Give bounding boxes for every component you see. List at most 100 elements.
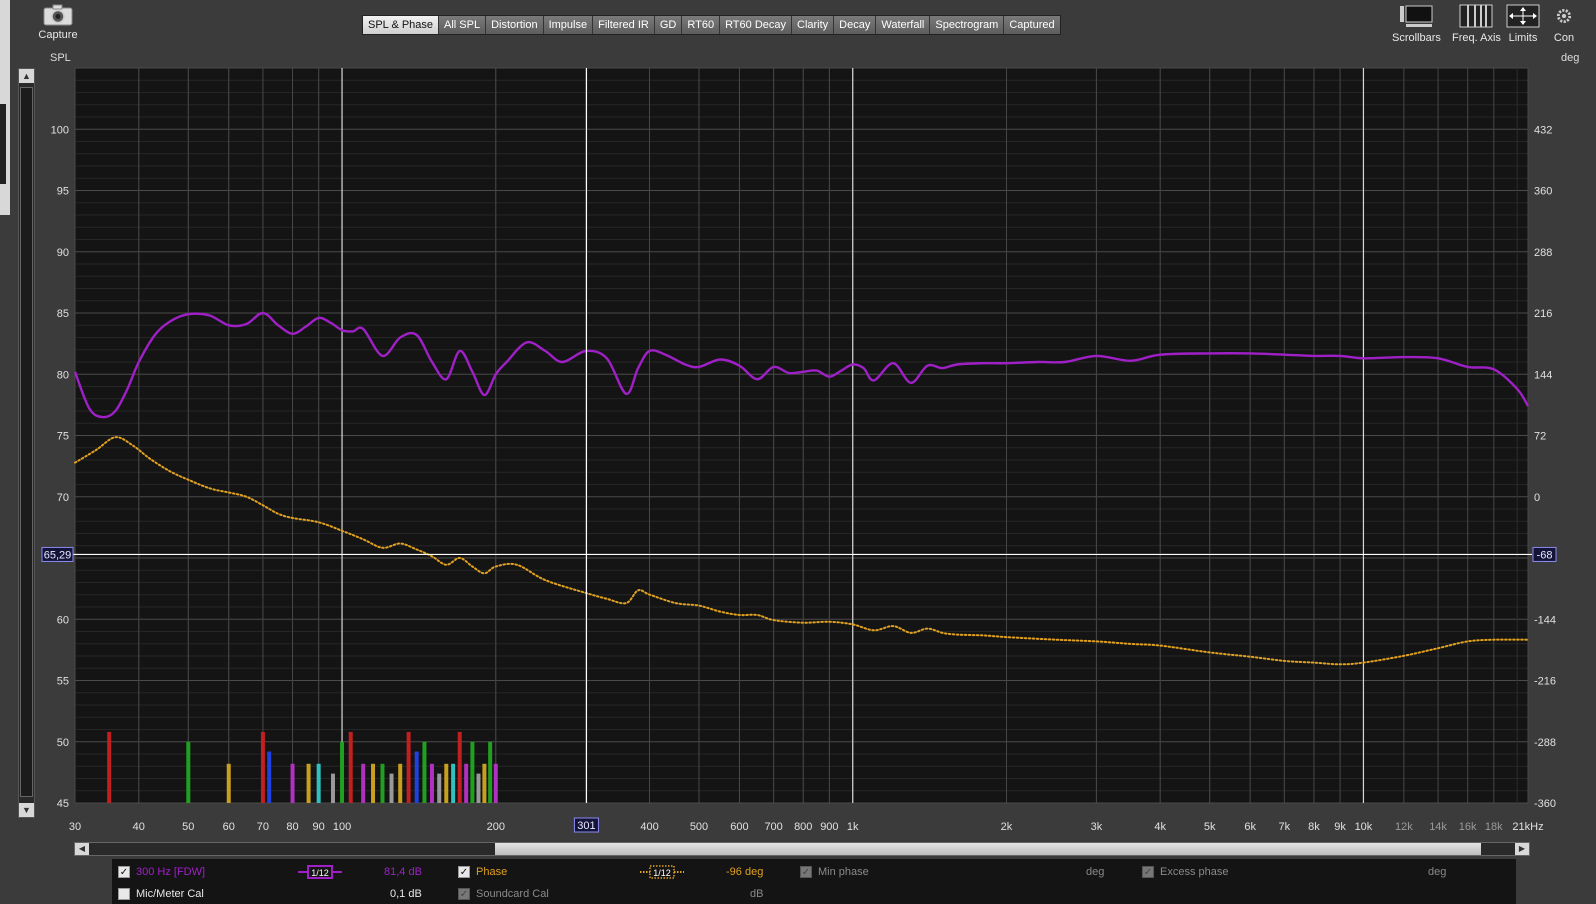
x-tick-label: 900 <box>820 821 838 833</box>
x-tick-label: 3k <box>1091 821 1103 833</box>
y2-tick-label: 432 <box>1534 124 1552 136</box>
x-tick-label: 10k <box>1355 821 1373 833</box>
horizontal-scrollbar[interactable]: ◀ ▶ <box>74 842 1530 856</box>
phase-legend-label: Phase <box>476 866 508 878</box>
y-tick-label: 95 <box>57 186 69 198</box>
distortion-marker <box>267 751 272 803</box>
distortion-marker <box>389 773 394 803</box>
x-tick-label: 50 <box>182 821 194 833</box>
distortion-marker <box>348 731 353 803</box>
y2-tick-label: -288 <box>1534 737 1556 749</box>
x-tick-label: 8k <box>1308 821 1320 833</box>
y2-tick-label: 216 <box>1534 308 1552 320</box>
distortion-marker <box>422 741 427 803</box>
excess-phase-checkbox[interactable]: ✓ <box>1142 866 1154 878</box>
x-tick-label: 9k <box>1334 821 1346 833</box>
distortion-marker <box>493 763 498 803</box>
soundcard-cal-unit: dB <box>750 888 764 900</box>
x-tick-label: 600 <box>730 821 748 833</box>
distortion-marker <box>488 741 493 803</box>
cursor-x-readout: 301 <box>577 820 595 832</box>
y-tick-label: 100 <box>51 124 69 136</box>
distortion-marker <box>482 763 487 803</box>
x-tick-label: 21kHz <box>1512 821 1543 833</box>
distortion-marker <box>361 763 366 803</box>
x-tick-label: 90 <box>313 821 325 833</box>
distortion-marker <box>186 741 191 803</box>
scroll-left-arrow[interactable]: ◀ <box>75 843 89 855</box>
x-tick-label: 16k <box>1459 821 1477 833</box>
excess-phase-label: Excess phase <box>1160 866 1229 878</box>
soundcard-cal-label: Soundcard Cal <box>476 888 549 900</box>
phase-checkbox[interactable]: ✓ <box>458 866 470 878</box>
legend-panel: ✓ 300 Hz [FDW] 1/12 81,4 dB ✓ Phase 1/12… <box>112 859 1516 904</box>
spl-checkbox[interactable]: ✓ <box>118 866 130 878</box>
y-tick-label: 85 <box>57 308 69 320</box>
spl-value: 81,4 dB <box>384 866 422 878</box>
spl-smoothing-text: 1/12 <box>311 868 329 878</box>
distortion-marker <box>306 763 311 803</box>
distortion-marker <box>437 773 442 803</box>
distortion-marker <box>260 731 265 803</box>
y-tick-label: 75 <box>57 431 69 443</box>
distortion-marker <box>470 741 475 803</box>
x-tick-label: 1k <box>847 821 859 833</box>
y-tick-label: 50 <box>57 737 69 749</box>
phase-value: -96 deg <box>726 866 764 878</box>
app-window: Capture SPL & Phase All SPL Distortion Impu… <box>0 0 1596 904</box>
distortion-marker <box>414 751 419 803</box>
x-tick-label: 80 <box>286 821 298 833</box>
min-phase-label: Min phase <box>818 866 869 878</box>
y2-tick-label: 72 <box>1534 431 1546 443</box>
mic-cal-checkbox[interactable] <box>118 888 130 900</box>
min-phase-unit: deg <box>1086 866 1105 878</box>
soundcard-cal-checkbox[interactable]: ✓ <box>458 888 470 900</box>
x-tick-label: 5k <box>1204 821 1216 833</box>
y2-tick-label: -216 <box>1534 676 1556 688</box>
cursor-y-readout: 65,29 <box>44 549 72 561</box>
x-tick-label: 200 <box>487 821 505 833</box>
x-tick-label: 400 <box>640 821 658 833</box>
distortion-marker <box>226 763 231 803</box>
x-tick-label: 700 <box>764 821 782 833</box>
distortion-marker <box>476 773 481 803</box>
distortion-marker <box>464 763 469 803</box>
distortion-marker <box>290 763 295 803</box>
min-phase-checkbox[interactable]: ✓ <box>800 866 812 878</box>
spl-phase-chart[interactable]: 4550556065707580859095100-360-288-216-14… <box>0 0 1596 840</box>
spl-legend-label: 300 Hz [FDW] <box>136 866 206 878</box>
x-tick-label: 18k <box>1485 821 1503 833</box>
x-tick-label: 500 <box>690 821 708 833</box>
distortion-marker <box>444 763 449 803</box>
y-tick-label: 60 <box>57 614 69 626</box>
mic-cal-value: 0,1 dB <box>390 888 422 900</box>
x-tick-label: 6k <box>1244 821 1256 833</box>
y2-tick-label: -144 <box>1534 614 1556 626</box>
y-tick-label: 45 <box>57 798 69 810</box>
spl-smoothing-control[interactable]: 1/12 <box>298 865 342 879</box>
phase-smoothing-control[interactable]: 1/12 <box>640 865 684 879</box>
scroll-right-arrow[interactable]: ▶ <box>1515 843 1529 855</box>
y2-tick-label: 288 <box>1534 247 1552 259</box>
y-tick-label: 90 <box>57 247 69 259</box>
x-tick-label: 60 <box>223 821 235 833</box>
y-tick-label: 80 <box>57 369 69 381</box>
distortion-marker <box>398 763 403 803</box>
mic-cal-label: Mic/Meter Cal <box>136 888 204 900</box>
x-tick-label: 14k <box>1429 821 1447 833</box>
y2-tick-label: -360 <box>1534 798 1556 810</box>
x-tick-label: 100 <box>333 821 351 833</box>
distortion-marker <box>330 773 335 803</box>
cursor-y2-readout: -68 <box>1537 549 1553 561</box>
distortion-marker <box>380 763 385 803</box>
x-tick-label: 7k <box>1279 821 1291 833</box>
horizontal-scroll-thumb[interactable] <box>495 843 1481 855</box>
distortion-marker <box>371 763 376 803</box>
distortion-marker <box>316 763 321 803</box>
y-tick-label: 55 <box>57 676 69 688</box>
x-tick-label: 2k <box>1001 821 1013 833</box>
y2-tick-label: 0 <box>1534 492 1540 504</box>
distortion-marker <box>340 741 345 803</box>
distortion-marker <box>451 763 456 803</box>
x-tick-label: 70 <box>257 821 269 833</box>
